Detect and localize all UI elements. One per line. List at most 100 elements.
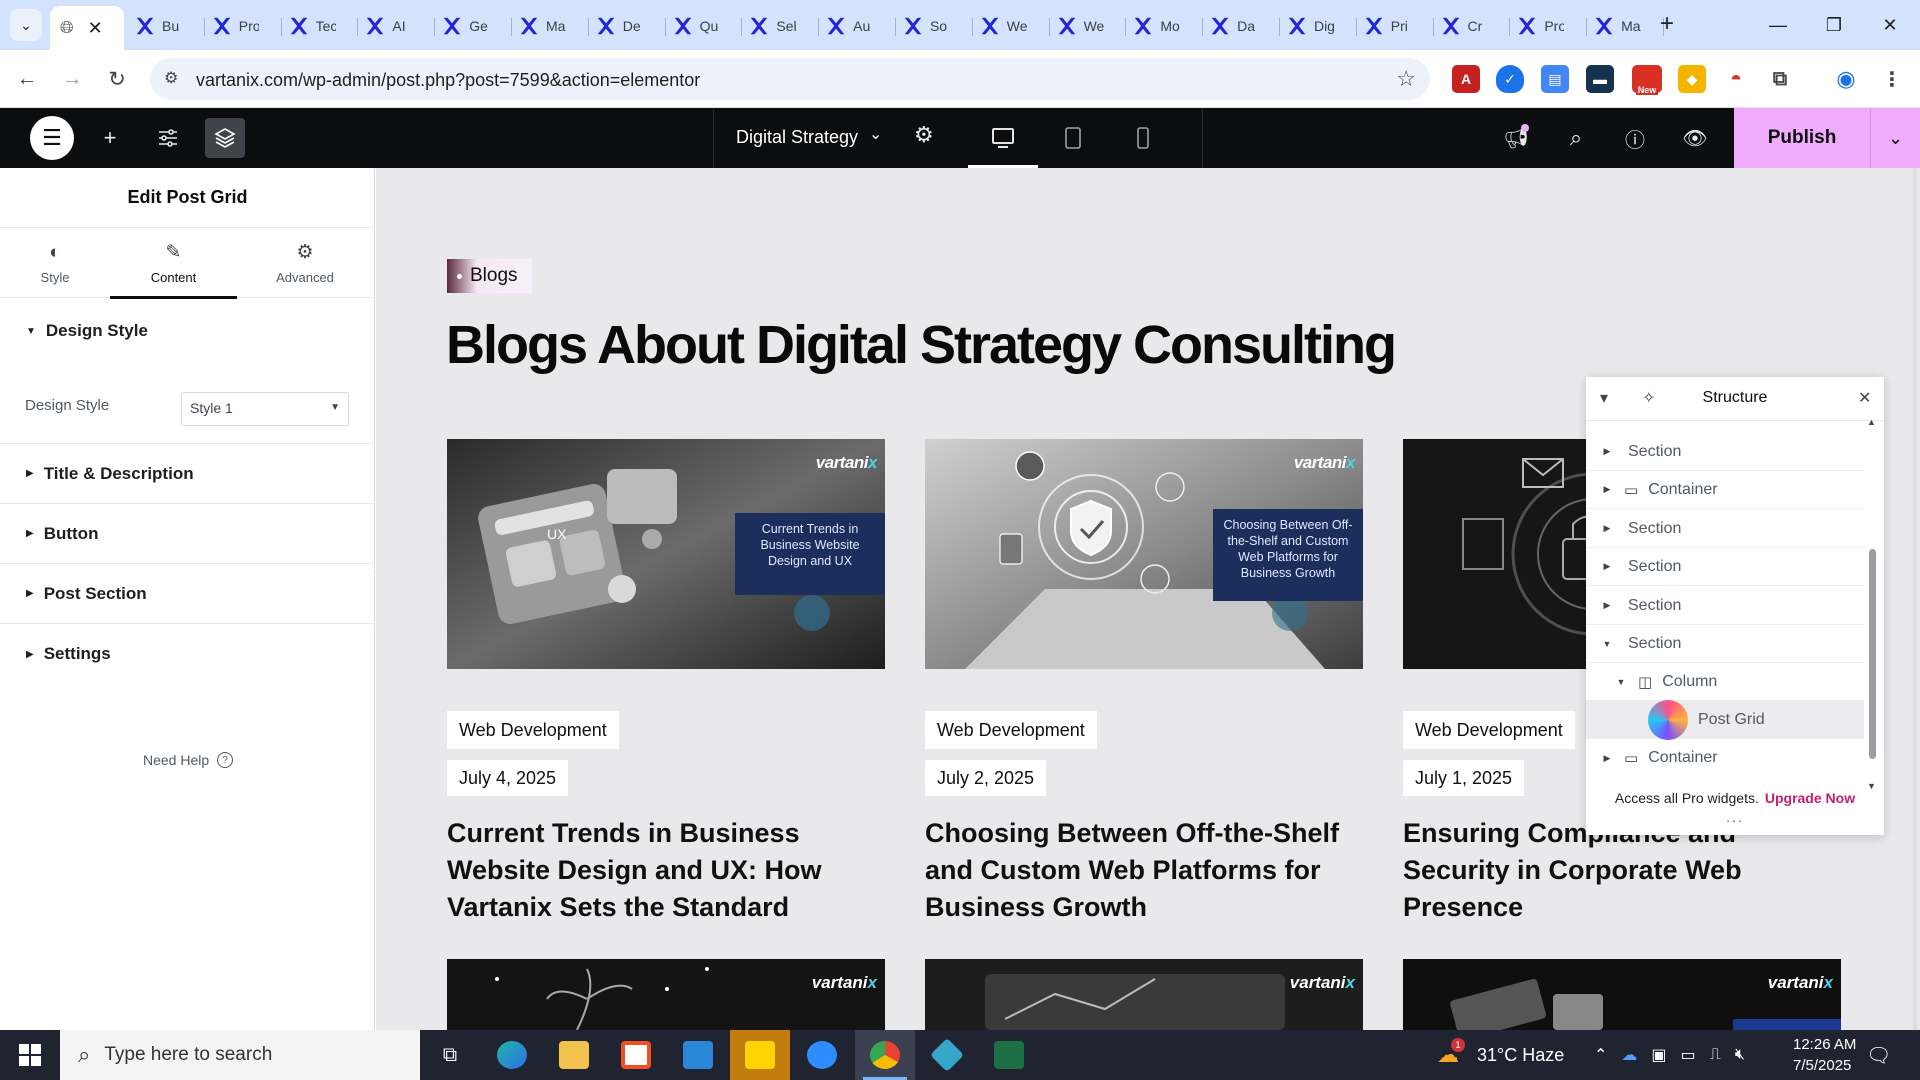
site-info-icon[interactable]: ⚙︎	[164, 68, 178, 88]
task-view-button[interactable]: ⧉	[420, 1030, 480, 1080]
add-element-button[interactable]: +	[90, 118, 130, 158]
browser-tab[interactable]: So	[896, 6, 973, 46]
scroll-up-icon[interactable]: ▲	[1867, 417, 1876, 427]
browser-tab[interactable]: We	[973, 6, 1050, 46]
structure-button[interactable]	[205, 118, 245, 158]
notifications-button[interactable]: 🗨︎	[1866, 1030, 1891, 1080]
browser-tab[interactable]: Pro	[205, 6, 282, 46]
desktop-view-button[interactable]	[968, 108, 1038, 168]
docs-extension-icon[interactable]: ▤	[1541, 65, 1569, 93]
publish-options-button[interactable]: ⌄	[1870, 108, 1920, 168]
browser-tab[interactable]: Da	[1203, 6, 1280, 46]
post-card[interactable]: vartanix Choosing Between Off-the-Shelf …	[925, 439, 1363, 922]
post-category[interactable]: Web Development	[1403, 711, 1575, 749]
pdf-extension-icon[interactable]: A	[1452, 65, 1480, 93]
post-thumbnail[interactable]: UX vartanix Current Trends in Business W…	[447, 439, 885, 669]
upgrade-now-link[interactable]: Upgrade Now	[1765, 790, 1855, 806]
post-thumbnail[interactable]: vartanix	[925, 959, 1363, 1030]
browser-tab[interactable]: We	[1050, 6, 1127, 46]
browser-tab[interactable]: Sel	[742, 6, 819, 46]
profile-avatar-icon[interactable]: ◉	[1832, 65, 1860, 93]
scrollbar-thumb[interactable]	[1869, 549, 1876, 759]
browser-tab[interactable]: Pri	[1357, 6, 1434, 46]
address-bar[interactable]: ⚙︎ vartanix.com/wp-admin/post.php?post=7…	[150, 58, 1430, 100]
page-settings-gear-icon[interactable]: ⚙	[914, 122, 934, 148]
shield-extension-icon[interactable]: ✓	[1496, 65, 1524, 93]
start-button[interactable]	[0, 1030, 60, 1080]
navigator-row-column[interactable]: ▼ ◫ Column	[1586, 663, 1864, 701]
post-card[interactable]: UX vartanix Current Trends in Business W…	[447, 439, 885, 922]
chrome-taskbar-icon[interactable]	[855, 1030, 915, 1080]
section-title-description[interactable]: ▶ Title & Description	[0, 444, 375, 504]
reload-button[interactable]: ↻	[100, 62, 134, 96]
pokeball-extension-icon[interactable]: ◓	[1722, 65, 1750, 93]
section-settings[interactable]: ▶ Settings	[0, 624, 375, 684]
navigator-row-section[interactable]: ▶ Section	[1586, 548, 1864, 586]
file-explorer-taskbar-icon[interactable]	[544, 1030, 604, 1080]
close-tab-icon[interactable]: ✕	[88, 18, 103, 39]
meet-icon[interactable]: ▣	[1651, 1045, 1666, 1065]
taskbar-search-box[interactable]: ⌕ Type here to search	[60, 1030, 420, 1080]
browser-tab[interactable]: Cr	[1434, 6, 1511, 46]
design-style-select[interactable]: Style 1 ▼	[181, 392, 349, 426]
browser-tab[interactable]: Au	[819, 6, 896, 46]
browser-tab[interactable]: Tec	[282, 6, 359, 46]
url-text[interactable]: vartanix.com/wp-admin/post.php?post=7599…	[196, 70, 700, 91]
forward-button[interactable]: →	[55, 62, 89, 96]
navigator-row-section-expanded[interactable]: ▼ Section	[1586, 625, 1864, 663]
navigator-scrollbar[interactable]: ▲ ▼	[1867, 417, 1876, 801]
battery-icon[interactable]: ▭	[1681, 1045, 1696, 1065]
zoom-taskbar-icon[interactable]	[792, 1030, 852, 1080]
browser-tab[interactable]: AI	[358, 6, 435, 46]
post-category[interactable]: Web Development	[925, 711, 1097, 749]
mail-taskbar-icon[interactable]	[668, 1030, 728, 1080]
chevron-down-icon[interactable]: ⌄	[869, 124, 882, 144]
resize-handle[interactable]: ...	[1586, 809, 1884, 825]
navigator-row-section[interactable]: ▶ Section	[1586, 433, 1864, 471]
volume-muted-icon[interactable]: 🔇︎	[1735, 1046, 1745, 1064]
excel-taskbar-icon[interactable]	[979, 1030, 1039, 1080]
chevron-up-icon[interactable]: ⌃	[1594, 1045, 1607, 1065]
onedrive-icon[interactable]: ☁	[1621, 1045, 1637, 1065]
minimize-button[interactable]: —	[1750, 0, 1806, 50]
weather-widget[interactable]: ☁ 1 31°C Haze	[1437, 1030, 1564, 1080]
page-headline[interactable]: Blogs About Digital Strategy Consulting	[446, 314, 1397, 376]
site-settings-button[interactable]	[148, 118, 188, 158]
section-design-style[interactable]: ▼ Design Style	[0, 298, 375, 364]
new-extension-icon[interactable]: New	[1632, 65, 1662, 95]
sticky-notes-taskbar-icon[interactable]	[730, 1030, 790, 1080]
close-window-button[interactable]: ✕	[1862, 0, 1918, 50]
tab-style[interactable]: ◐ Style	[18, 228, 92, 298]
tab-search-button[interactable]: ⌄	[10, 9, 42, 41]
post-title[interactable]: Current Trends in Business Website Desig…	[447, 815, 877, 926]
document-title[interactable]: Digital Strategy	[736, 127, 858, 148]
need-help-link[interactable]: Need Help ?	[143, 752, 234, 768]
tab-content[interactable]: ✎ Content	[110, 228, 237, 299]
browser-tab[interactable]: Mo	[1126, 6, 1203, 46]
back-button[interactable]: ←	[10, 62, 44, 96]
network-icon[interactable]: ⎍	[1710, 1046, 1721, 1064]
video-extension-icon[interactable]: ▬	[1586, 65, 1614, 93]
navigator-row-container[interactable]: ▶ ▭ Container	[1586, 471, 1864, 509]
app-taskbar-icon[interactable]	[917, 1030, 977, 1080]
section-post-section[interactable]: ▶ Post Section	[0, 564, 375, 624]
bookmark-star-icon[interactable]: ☆	[1396, 66, 1416, 92]
navigator-row-container[interactable]: ▶ ▭ Container	[1586, 739, 1864, 777]
mobile-view-button[interactable]	[1108, 108, 1178, 168]
help-button[interactable]: ⓘ	[1615, 118, 1655, 158]
preview-button[interactable]: 👁︎	[1675, 118, 1715, 158]
navigator-row-post-grid[interactable]: Post Grid	[1586, 699, 1864, 740]
browser-tab[interactable]: Dig	[1280, 6, 1357, 46]
edge-taskbar-icon[interactable]	[482, 1030, 542, 1080]
browser-tab[interactable]: Bu	[128, 6, 205, 46]
section-button[interactable]: ▶ Button	[0, 504, 375, 564]
browser-tab[interactable]: Qu	[666, 6, 743, 46]
kebab-menu-icon[interactable]: ⋮	[1878, 65, 1906, 93]
publish-button[interactable]: Publish	[1734, 108, 1870, 168]
store-taskbar-icon[interactable]	[606, 1030, 666, 1080]
post-category[interactable]: Web Development	[447, 711, 619, 749]
browser-tab[interactable]: De	[589, 6, 666, 46]
post-title[interactable]: Choosing Between Off-the-Shelf and Custo…	[925, 815, 1355, 926]
navigator-row-section[interactable]: ▶ Section	[1586, 587, 1864, 625]
restore-button[interactable]: ❐	[1806, 0, 1862, 50]
